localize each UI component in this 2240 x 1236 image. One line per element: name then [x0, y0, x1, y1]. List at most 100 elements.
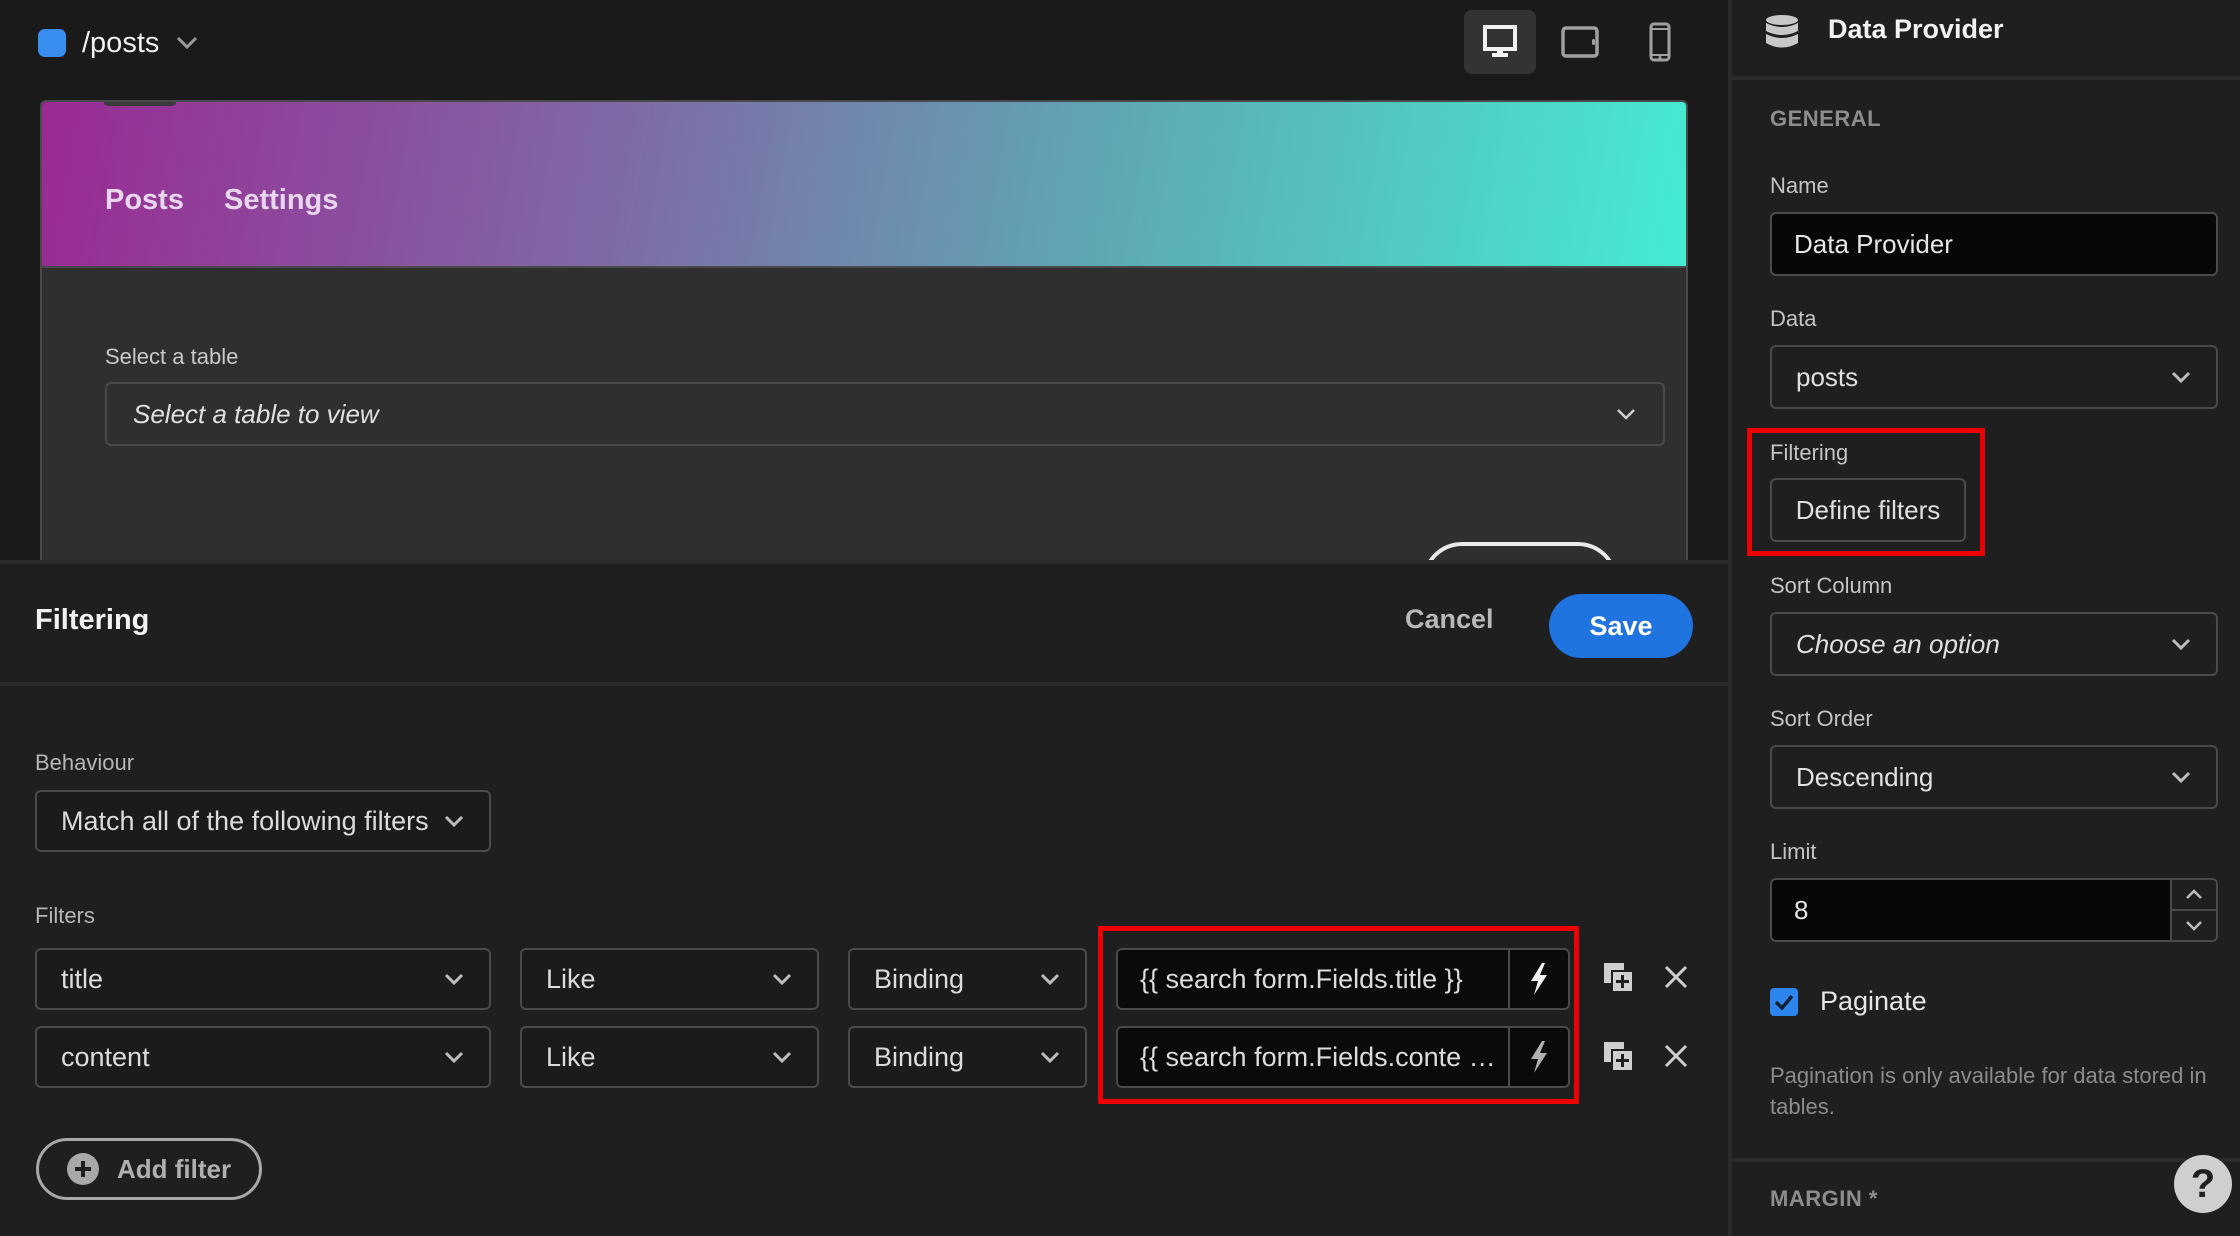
sort-column-label: Sort Column [1770, 573, 1893, 598]
sort-order-label: Sort Order [1770, 706, 1873, 731]
name-value: Data Provider [1794, 228, 1953, 259]
close-icon [1664, 1044, 1688, 1068]
increment-button[interactable] [2172, 880, 2216, 909]
chevron-down-icon [1617, 409, 1635, 420]
component-handle[interactable] [104, 102, 176, 106]
filter-type-value: Binding [874, 1041, 965, 1072]
add-filter-button[interactable]: Add filter [36, 1138, 262, 1200]
behaviour-dropdown[interactable]: Match all of the following filters [35, 790, 491, 852]
data-source-value: posts [1796, 361, 1859, 392]
data-source-dropdown[interactable]: posts [1770, 345, 2218, 409]
limit-value[interactable]: 8 [1772, 880, 2170, 940]
paginate-checkbox[interactable] [1770, 987, 1798, 1016]
filter-field-value: content [61, 1041, 150, 1072]
preview-nav-settings[interactable]: Settings [224, 184, 338, 217]
filtering-modal: Filtering Cancel Save [0, 560, 1728, 1236]
behaviour-label: Behaviour [35, 750, 135, 775]
chevron-up-icon [2186, 889, 2202, 899]
filter-field-dropdown[interactable]: content [35, 1026, 491, 1088]
section-divider [1732, 1158, 2240, 1162]
duplicate-filter-button[interactable] [1600, 1038, 1636, 1074]
chevron-down-icon [1040, 973, 1060, 986]
name-label: Name [1770, 173, 1829, 198]
chevron-down-icon [175, 31, 199, 55]
sort-column-dropdown[interactable]: Choose an option [1770, 612, 2218, 676]
add-filter-label: Add filter [117, 1153, 232, 1184]
remove-filter-button[interactable] [1658, 1038, 1694, 1074]
filter-type-dropdown[interactable]: Binding [848, 1026, 1087, 1088]
chevron-down-icon [444, 1051, 464, 1064]
chevron-down-icon [1040, 1051, 1060, 1064]
sort-order-value: Descending [1796, 761, 1934, 792]
chevron-down-icon [2171, 638, 2191, 651]
close-icon [1664, 965, 1688, 989]
device-switcher [1464, 10, 1696, 74]
filter-field-dropdown[interactable]: title [35, 948, 491, 1010]
chevron-down-icon [772, 973, 792, 986]
filter-operator-dropdown[interactable]: Like [520, 948, 819, 1010]
question-mark-icon: ? [2190, 1161, 2216, 1206]
help-button[interactable]: ? [2174, 1155, 2232, 1213]
preview-nav-posts[interactable]: Posts [105, 184, 184, 217]
remove-filter-button[interactable] [1658, 959, 1694, 995]
panel-title: Data Provider [1828, 14, 2004, 44]
name-input[interactable]: Data Provider [1770, 212, 2218, 276]
chevron-down-icon [2186, 921, 2202, 931]
tablet-view-button[interactable] [1544, 10, 1616, 74]
filter-field-value: title [61, 963, 104, 994]
select-table-label: Select a table [105, 344, 239, 369]
modal-title: Filtering [35, 604, 150, 636]
cancel-button[interactable]: Cancel [1405, 604, 1494, 635]
route-path: /posts [82, 26, 160, 59]
duplicate-icon [1604, 1042, 1632, 1070]
desktop-view-button[interactable] [1464, 10, 1536, 74]
stepper-buttons [2170, 880, 2216, 940]
duplicate-filter-button[interactable] [1600, 959, 1636, 995]
chevron-down-icon [444, 973, 464, 986]
chevron-down-icon [2171, 371, 2191, 384]
paginate-label: Paginate [1820, 986, 1927, 1016]
top-bar: /posts [0, 0, 1728, 100]
chevron-down-icon [2171, 771, 2191, 784]
data-label: Data [1770, 306, 1817, 331]
desktop-icon [1483, 25, 1517, 57]
chevron-down-icon [444, 815, 464, 828]
filter-operator-dropdown[interactable]: Like [520, 1026, 819, 1088]
modal-header: Filtering Cancel Save [0, 564, 1728, 686]
duplicate-icon [1604, 963, 1632, 991]
section-general: GENERAL [1770, 106, 1882, 131]
filter-operator-value: Like [546, 1041, 596, 1072]
pagination-help-text: Pagination is only available for data st… [1770, 1063, 2207, 1119]
section-margin[interactable]: MARGIN * [1770, 1186, 1878, 1212]
chevron-down-icon [772, 1051, 792, 1064]
decrement-button[interactable] [2172, 909, 2216, 940]
filter-type-dropdown[interactable]: Binding [848, 948, 1087, 1010]
limit-stepper[interactable]: 8 [1770, 878, 2218, 942]
route-color-indicator [38, 29, 66, 57]
preview-nav: Posts Settings [105, 184, 338, 217]
route-selector[interactable]: /posts [38, 26, 199, 59]
checkmark-icon [1774, 994, 1794, 1010]
select-table-dropdown[interactable]: Select a table to view [105, 382, 1665, 446]
page-preview: Posts Settings Select a table Select a t… [40, 100, 1688, 560]
mobile-view-button[interactable] [1624, 10, 1696, 74]
paginate-checkbox-row: Paginate [1770, 986, 1927, 1017]
sort-order-dropdown[interactable]: Descending [1770, 745, 2218, 809]
sort-column-placeholder: Choose an option [1796, 628, 2000, 659]
behaviour-value: Match all of the following filters [61, 805, 429, 836]
preview-partial-button[interactable] [1422, 542, 1618, 560]
panel-header: Data Provider [1732, 0, 2240, 80]
plus-circle-icon [67, 1153, 99, 1185]
settings-panel: Data Provider GENERAL Name Data Provider… [1728, 0, 2240, 1236]
highlight-annotation-define-filters [1747, 428, 1985, 556]
highlight-annotation-bindings [1098, 926, 1579, 1104]
save-button[interactable]: Save [1549, 594, 1693, 658]
database-icon [1766, 15, 1798, 48]
tablet-icon [1561, 26, 1599, 58]
mobile-icon [1649, 22, 1671, 62]
limit-label: Limit [1770, 839, 1817, 864]
filter-type-value: Binding [874, 963, 965, 994]
select-table-placeholder: Select a table to view [133, 398, 379, 429]
preview-navigation-header: Posts Settings [42, 102, 1686, 268]
filters-label: Filters [35, 903, 95, 928]
